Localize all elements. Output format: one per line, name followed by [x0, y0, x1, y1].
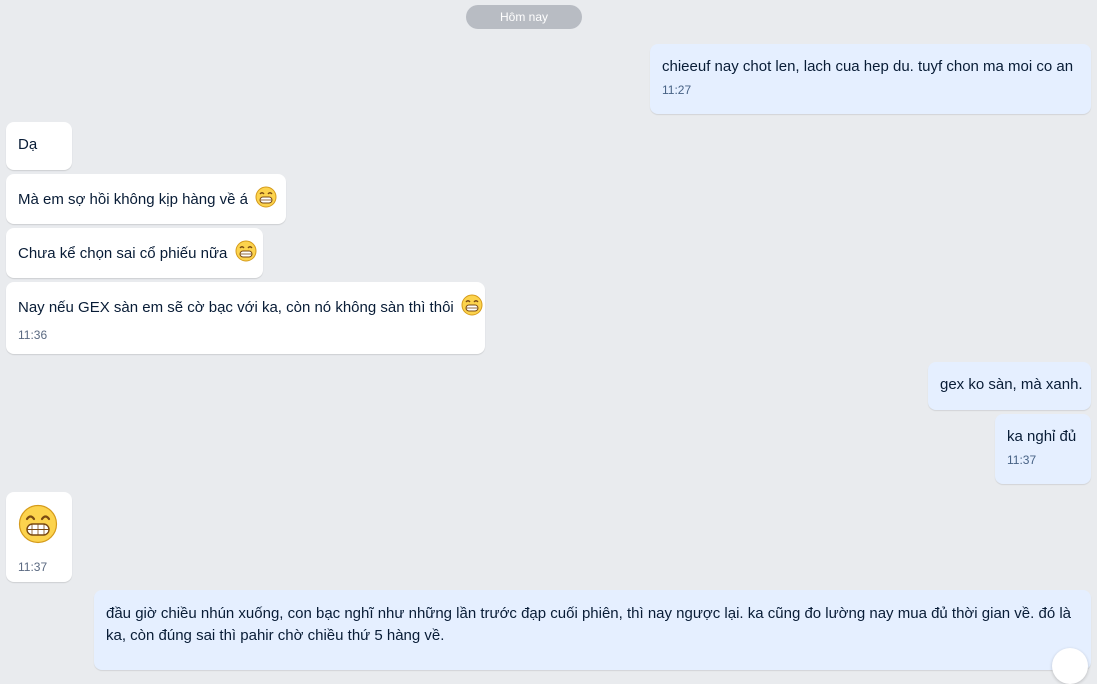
grin-emoji-icon [235, 240, 257, 269]
message-bubble-outgoing[interactable]: gex ko sàn, mà xanh. [928, 362, 1091, 410]
grin-emoji-icon [461, 294, 483, 323]
date-separator: Hôm nay [466, 5, 582, 29]
message-bubble-incoming[interactable]: Mà em sợ hồi không kịp hàng về á [6, 174, 286, 224]
message-bubble-outgoing[interactable]: đầu giờ chiều nhún xuống, con bạc nghĩ n… [94, 590, 1091, 670]
message-bubble-incoming[interactable]: Chưa kể chọn sai cổ phiếu nữa [6, 228, 263, 278]
message-text: Mà em sợ hồi không kịp hàng về á [18, 191, 248, 208]
message-time: 11:37 [18, 560, 48, 574]
message-text: Dạ [18, 136, 38, 153]
grin-emoji-large-icon [18, 504, 60, 551]
message-time: 11:36 [18, 328, 48, 342]
grin-emoji-icon [255, 186, 277, 215]
message-text: đầu giờ chiều nhún xuống, con bạc nghĩ n… [106, 605, 1072, 644]
message-text: ka nghỉ đủ [1007, 428, 1077, 445]
message-bubble-incoming[interactable]: Dạ [6, 122, 72, 170]
message-time: 11:37 [1007, 453, 1037, 467]
message-time: 11:27 [662, 83, 692, 97]
scroll-to-bottom-button[interactable] [1052, 648, 1088, 684]
message-bubble-incoming[interactable]: 11:37 [6, 492, 72, 582]
message-bubble-outgoing[interactable]: ka nghỉ đủ 11:37 [995, 414, 1091, 484]
message-bubble-outgoing[interactable]: chieeuf nay chot len, lach cua hep du. t… [650, 44, 1091, 114]
message-text: Chưa kể chọn sai cổ phiếu nữa [18, 245, 228, 262]
message-text: Nay nếu GEX sàn em sẽ cờ bạc với ka, còn… [18, 299, 454, 316]
message-text: chieeuf nay chot len, lach cua hep du. t… [662, 58, 1074, 75]
message-text: gex ko sàn, mà xanh. [940, 376, 1083, 393]
message-bubble-incoming[interactable]: Nay nếu GEX sàn em sẽ cờ bạc với ka, còn… [6, 282, 485, 354]
